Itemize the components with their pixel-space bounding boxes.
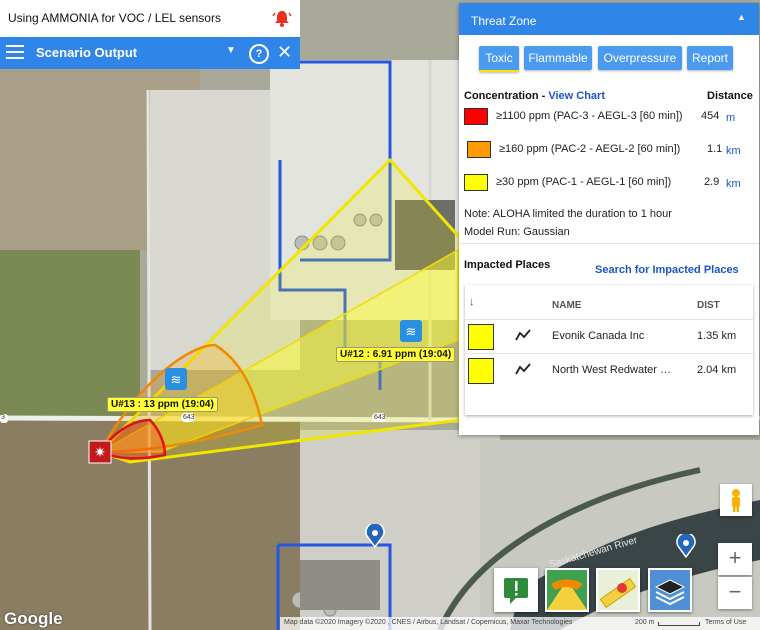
orange-zone-label: ≥160 ppm (PAC-2 - AEGL-2 [60 min]) <box>499 143 681 155</box>
street-view-pegman-icon[interactable] <box>720 484 752 516</box>
sensor-u12-icon[interactable]: ≋ <box>400 320 422 342</box>
zoom-in-button[interactable]: + <box>718 543 752 575</box>
model-run: Model Run: Gaussian <box>464 226 570 238</box>
yellow-zone-distance: 2.9 <box>704 176 720 188</box>
search-impacted-places-link[interactable]: Search for Impacted Places <box>595 264 739 276</box>
orange-zone-unit: km <box>726 145 741 157</box>
col-dist-header[interactable]: DIST <box>697 300 720 311</box>
impacted-places-table: ↓ NAME DIST Evonik Canada Inc 1.35 km No… <box>465 285 753 415</box>
sensor-u13-reading[interactable]: U#13 : 13 ppm (19:04) <box>107 397 218 412</box>
alert-button[interactable] <box>494 568 538 612</box>
red-zone-unit: m <box>726 112 736 124</box>
svg-text:≋: ≋ <box>406 325 417 340</box>
red-zone-label: ≥1100 ppm (PAC-3 - AEGL-3 [60 min]) <box>496 110 683 122</box>
tab-overpressure[interactable]: Overpressure <box>598 46 682 70</box>
place-name: Evonik Canada Inc <box>552 330 645 342</box>
plume-layer-button[interactable] <box>545 568 589 612</box>
alert-message-icon <box>504 578 528 604</box>
layers-icon <box>650 570 690 610</box>
scenario-output-title: Scenario Output <box>36 45 138 60</box>
map-attribution-bar: Map data ©2020 Imagery ©2020 , CNES / Ai… <box>280 617 760 630</box>
scenario-output-bar: Scenario Output ▼ ? ✕ <box>0 37 300 69</box>
yellow-zone-swatch <box>464 174 488 191</box>
map-pin-icon[interactable] <box>365 524 385 548</box>
close-icon[interactable]: ✕ <box>277 42 292 63</box>
orange-zone-swatch <box>467 141 491 158</box>
place-name: North West Redwater … <box>552 364 672 376</box>
sensor-u13-icon[interactable]: ≋ <box>165 368 187 390</box>
view-chart-link[interactable]: View Chart <box>548 90 605 102</box>
scale-bar <box>658 622 700 626</box>
yellow-zone-label: ≥30 ppm (PAC-1 - AEGL-1 [60 min]) <box>496 176 672 188</box>
place-distance: 2.04 km <box>697 364 737 376</box>
ruler-icon <box>598 570 638 610</box>
zoom-out-button[interactable]: − <box>718 577 752 609</box>
chevron-down-icon[interactable]: ▼ <box>226 45 236 56</box>
app-title-bar: Using AMMONIA for VOC / LEL sensors <box>0 0 300 38</box>
duration-note: Note: ALOHA limited the duration to 1 ho… <box>464 208 672 220</box>
sensor-u12-reading[interactable]: U#12 : 6.91 ppm (19:04) <box>336 347 456 362</box>
divider <box>459 243 759 244</box>
road-label: 643 <box>183 414 195 421</box>
tab-report[interactable]: Report <box>687 46 733 70</box>
app-title: Using AMMONIA for VOC / LEL sensors <box>8 11 221 25</box>
trend-chart-icon[interactable] <box>515 328 531 342</box>
yellow-zone-swatch <box>468 324 494 350</box>
road-label: 3 <box>1 414 5 421</box>
threat-zone-panel: Threat Zone ▲ Toxic Flammable Overpressu… <box>459 3 759 435</box>
terms-of-use-link[interactable]: Terms of Use <box>705 619 746 626</box>
plume-map-icon <box>547 570 587 610</box>
trend-chart-icon[interactable] <box>515 362 531 376</box>
red-zone-swatch <box>464 108 488 125</box>
alarm-bell-icon[interactable] <box>272 8 292 28</box>
svg-text:✷: ✷ <box>94 445 106 461</box>
hamburger-menu-icon[interactable] <box>6 44 24 60</box>
svg-text:≋: ≋ <box>171 373 182 388</box>
concentration-label: Concentration - <box>464 90 549 102</box>
google-logo: Google <box>4 609 63 628</box>
impacted-places-heading: Impacted Places <box>464 259 551 271</box>
table-row[interactable]: North West Redwater … 2.04 km <box>465 353 753 387</box>
collapse-icon[interactable]: ▲ <box>737 12 746 22</box>
threat-zone-title: Threat Zone <box>471 14 537 28</box>
tab-flammable[interactable]: Flammable <box>524 46 592 70</box>
table-row[interactable]: Evonik Canada Inc 1.35 km <box>465 319 753 353</box>
orange-zone-distance: 1.1 <box>707 143 723 155</box>
distance-heading: Distance <box>707 90 753 102</box>
measure-tool-button[interactable] <box>596 568 640 612</box>
col-name-header[interactable]: NAME <box>552 300 581 311</box>
place-distance: 1.35 km <box>697 330 737 342</box>
yellow-zone-unit: km <box>726 178 741 190</box>
threat-zone-header[interactable]: Threat Zone ▲ <box>459 3 759 35</box>
red-zone-distance: 454 <box>701 110 720 122</box>
help-icon[interactable]: ? <box>249 44 269 64</box>
road-label: 643 <box>374 414 386 421</box>
map-layers-button[interactable] <box>648 568 692 612</box>
map-pin-icon[interactable] <box>676 534 696 558</box>
tab-toxic[interactable]: Toxic <box>479 46 519 72</box>
map-attribution: Map data ©2020 Imagery ©2020 , CNES / Ai… <box>284 619 573 626</box>
map-scale: 200 m <box>635 619 655 626</box>
sort-arrow-icon[interactable]: ↓ <box>469 296 475 308</box>
yellow-zone-swatch <box>468 358 494 384</box>
concentration-heading: Concentration - View Chart <box>464 90 605 102</box>
